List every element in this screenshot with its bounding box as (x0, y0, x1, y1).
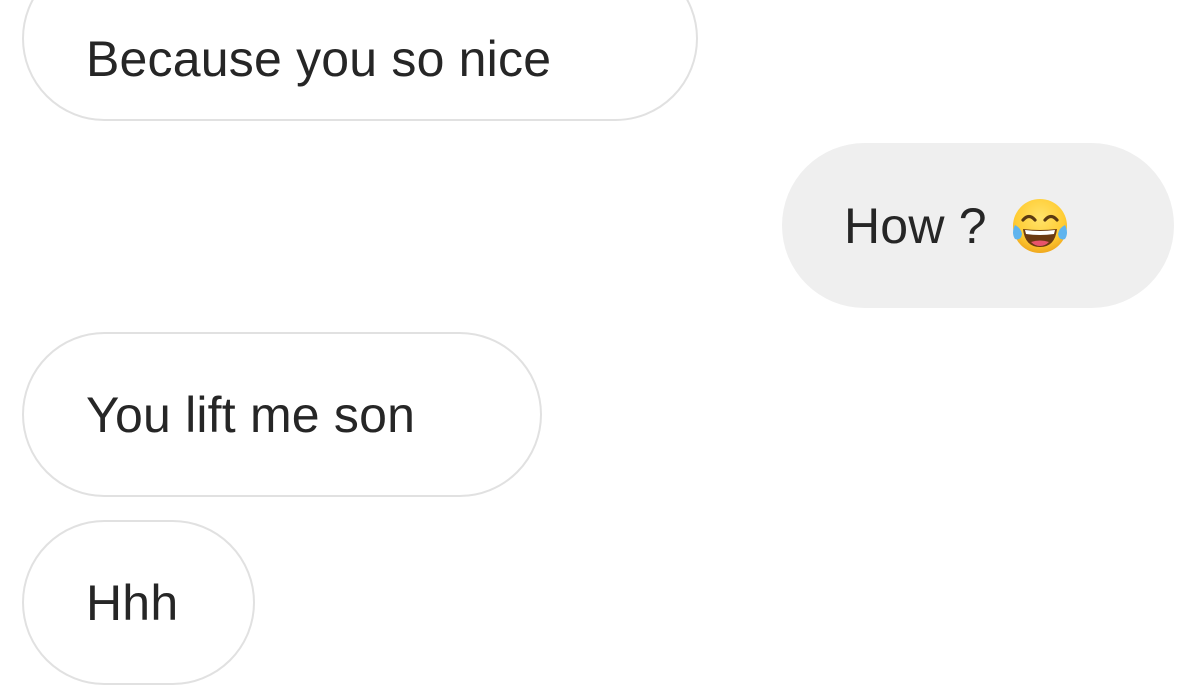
received-message-bubble[interactable]: Because you so nice (22, 0, 698, 121)
message-text: How ? (844, 197, 987, 254)
sent-message-bubble[interactable]: How ? (782, 143, 1174, 308)
message-thread: Because you so nice How ? You lift me so… (0, 0, 1200, 685)
message-text: Hhh (86, 575, 179, 631)
message-text: Because you so nice (86, 30, 552, 87)
received-message-bubble[interactable]: You lift me son (22, 332, 542, 497)
received-message-bubble[interactable]: Hhh (22, 520, 255, 685)
message-text: You lift me son (86, 386, 416, 443)
face-with-tears-of-joy-icon (1009, 195, 1071, 257)
